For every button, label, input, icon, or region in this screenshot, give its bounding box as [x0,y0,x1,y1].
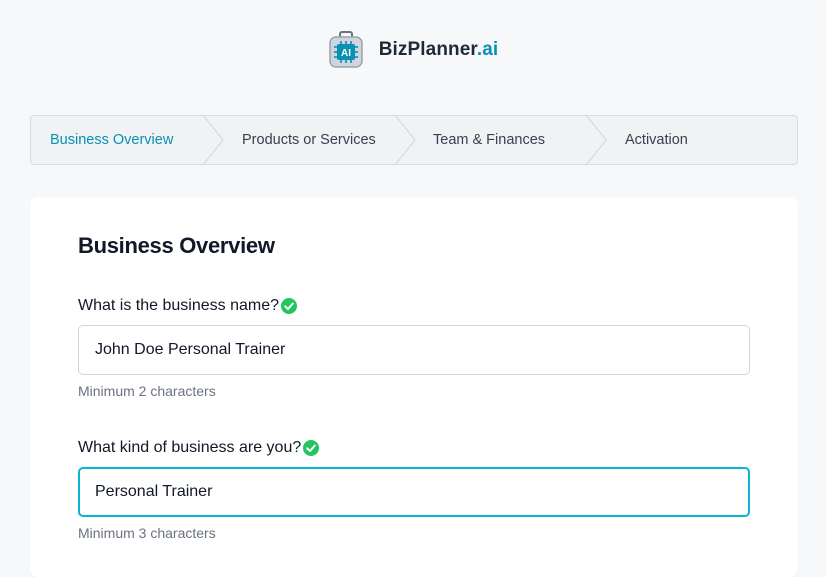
business-kind-hint: Minimum 3 characters [78,525,216,541]
check-circle-icon [303,440,320,456]
step-products-services[interactable]: Products or Services [242,116,376,164]
business-name-hint: Minimum 2 characters [78,383,216,399]
field-label-text: What is the business name? [78,297,279,314]
business-name-input[interactable] [78,325,750,375]
step-business-overview[interactable]: Business Overview [50,116,173,164]
header: AI BizPlanner.ai [0,30,826,70]
business-kind-label: What kind of business are you? [78,439,320,457]
step-label: Business Overview [50,132,174,148]
brand-logo[interactable]: AI BizPlanner.ai [328,30,499,70]
svg-text:AI: AI [341,48,351,59]
step-activation[interactable]: Activation [625,116,688,164]
step-label: Team & Finances [433,132,546,148]
page-title: Business Overview [78,233,275,258]
field-label-text: What kind of business are you? [78,439,302,456]
progress-stepper: Business Overview Products or Services T… [30,115,798,165]
step-team-finances[interactable]: Team & Finances [433,116,545,164]
step-label: Products or Services [242,132,376,148]
check-circle-icon [281,298,297,314]
brand-name: BizPlanner.ai [378,39,499,60]
step-separator-icon [203,116,224,164]
ai-chip-bag-icon: AI [328,31,363,68]
step-label: Activation [625,132,688,148]
step-separator-icon [395,116,416,164]
step-separator-icon [586,116,607,164]
business-name-label: What is the business name? [78,297,297,315]
business-kind-input[interactable] [78,467,750,517]
form-card: Business Overview What is the business n… [30,197,798,577]
